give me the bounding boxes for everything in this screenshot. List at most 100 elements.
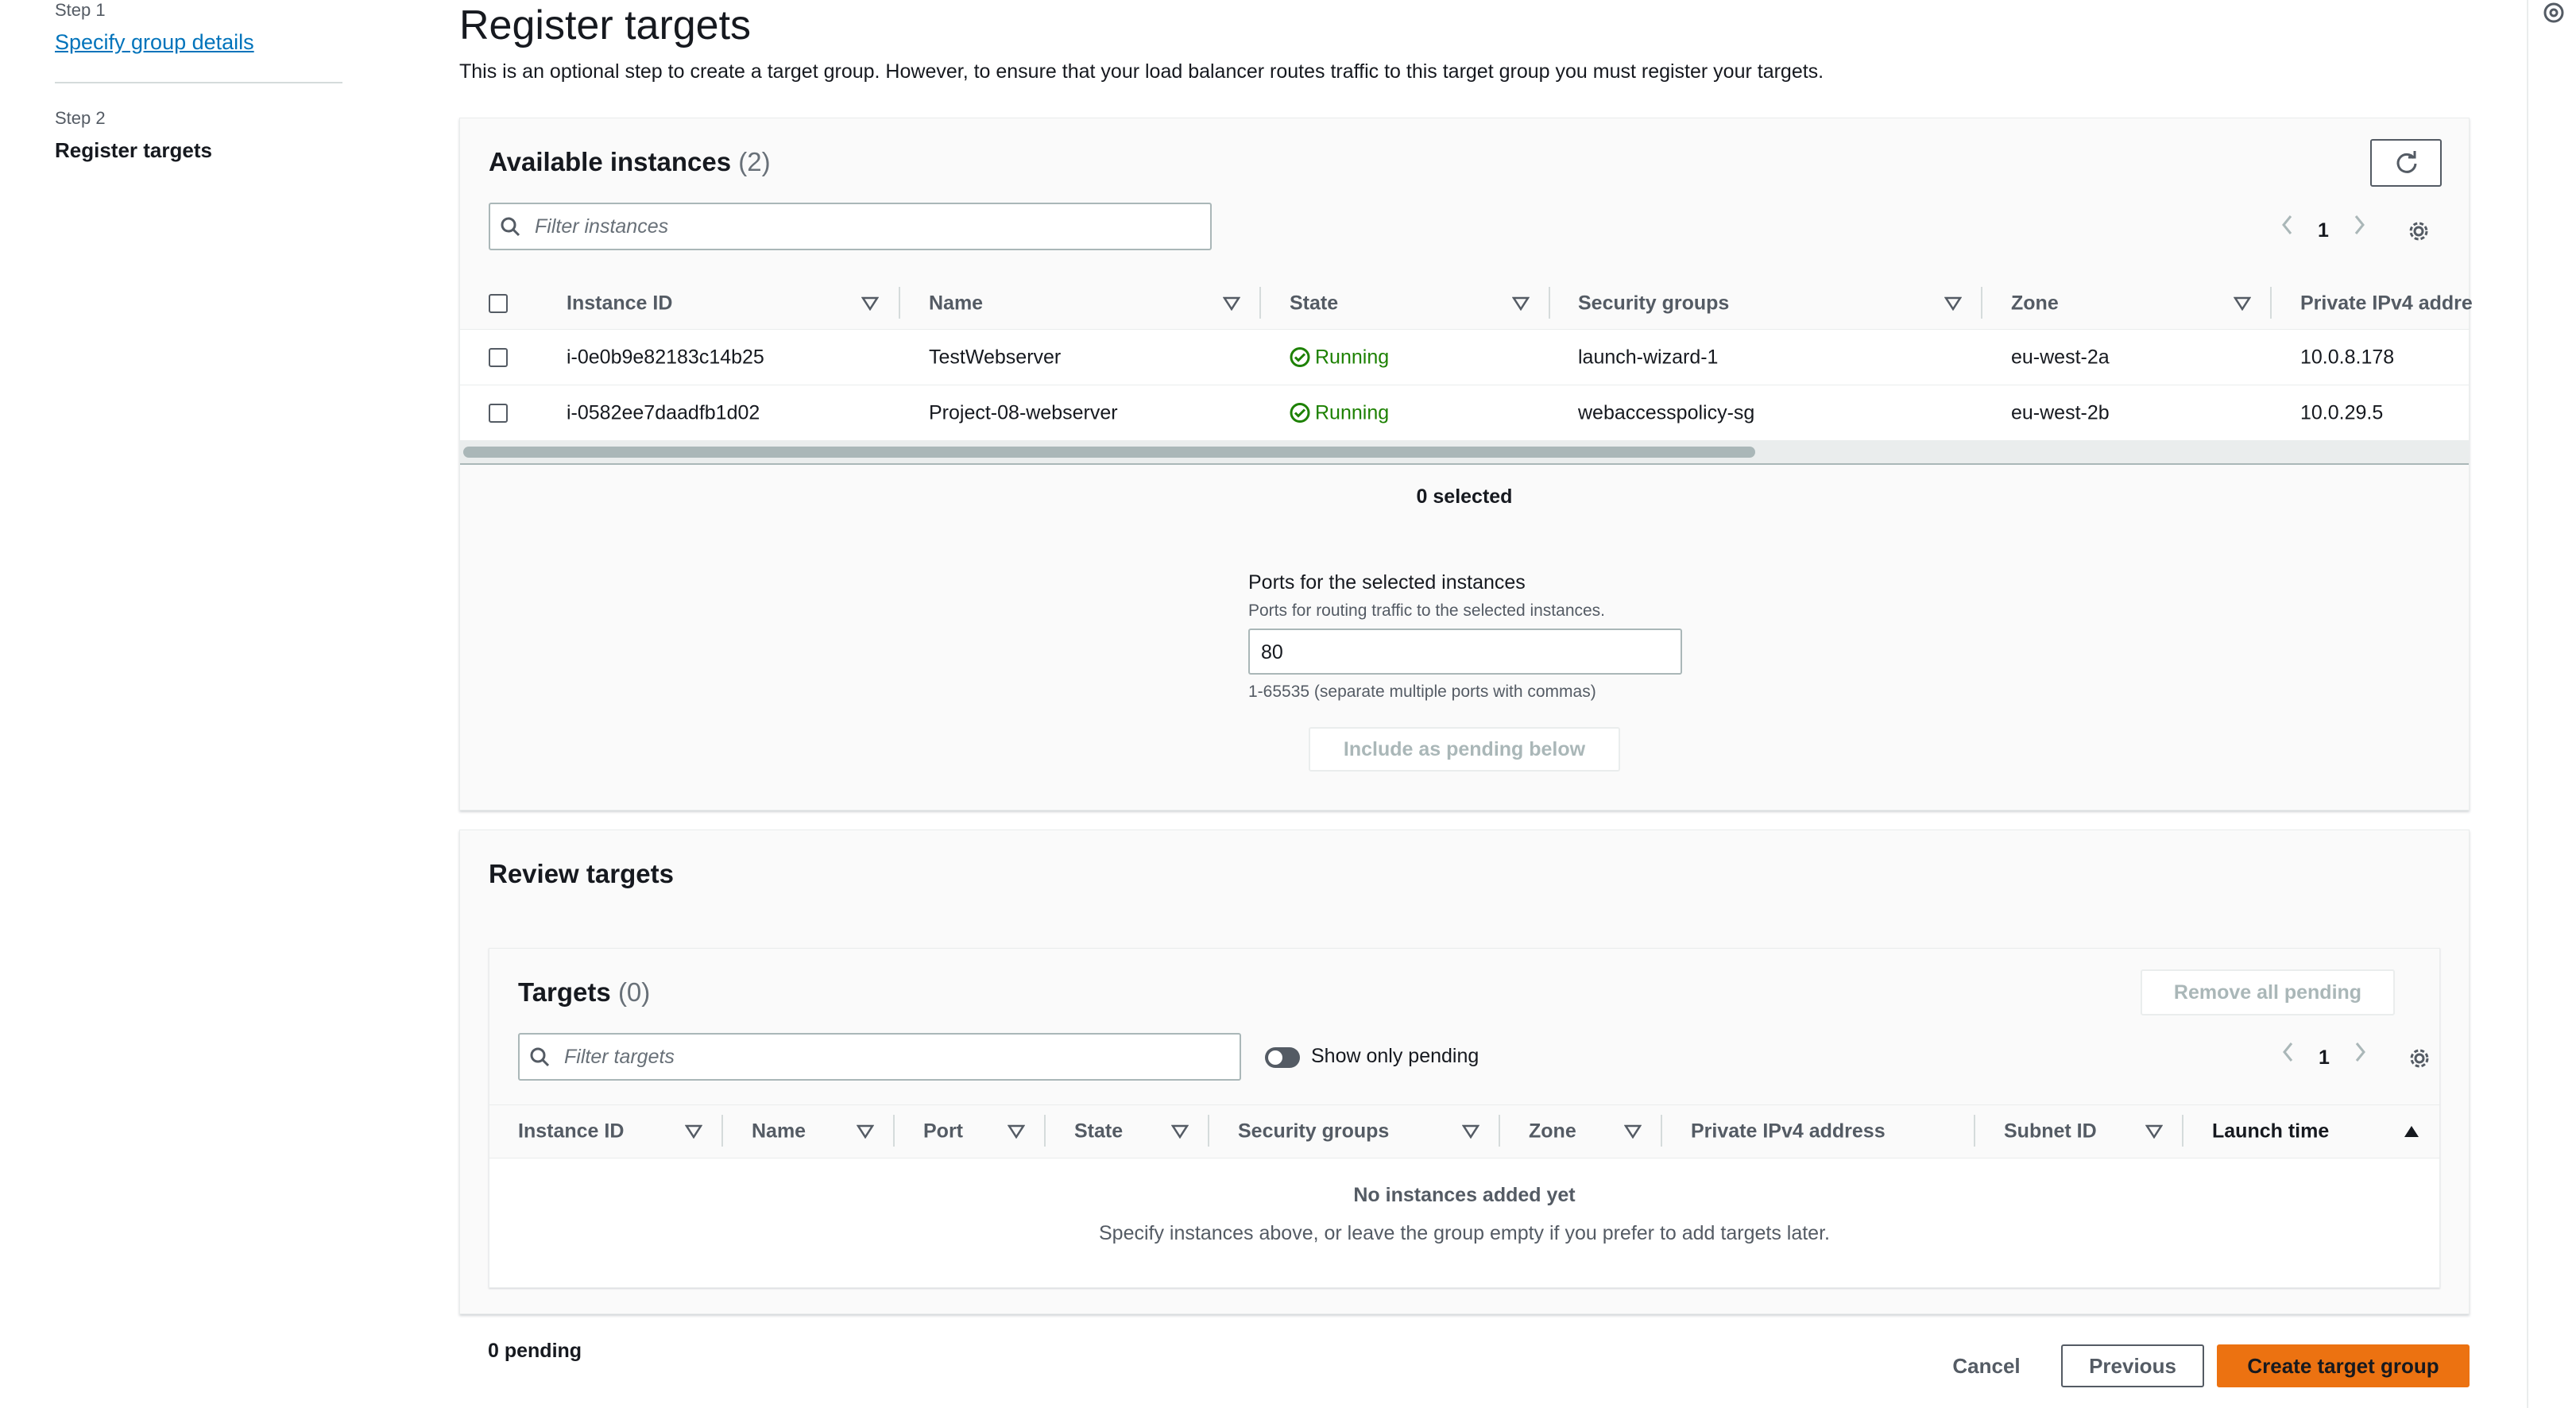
selected-count: 0 selected — [1416, 485, 1513, 508]
create-target-group-button[interactable]: Create target group — [2217, 1344, 2470, 1387]
next-page-icon[interactable] — [2343, 211, 2375, 250]
sort-caret-icon[interactable] — [861, 296, 879, 311]
state-text: Running — [1315, 401, 1390, 424]
ipv4-cell: 10.0.8.178 — [2300, 346, 2395, 368]
sort-caret-icon[interactable] — [1171, 1124, 1189, 1139]
show-only-pending-toggle[interactable] — [1265, 1047, 1300, 1068]
filter-instances-input[interactable]: Filter instances — [489, 203, 1212, 250]
targets-empty-state: No instances added yet Specify instances… — [489, 1159, 2439, 1287]
col-name[interactable]: Name — [929, 292, 983, 315]
targets-title: Targets (0) — [518, 977, 650, 1008]
nav-divider — [55, 82, 342, 83]
col-security-groups[interactable]: Security groups — [1238, 1120, 1389, 1143]
instance-id-cell: i-0e0b9e82183c14b25 — [567, 346, 764, 368]
col-port[interactable]: Port — [923, 1120, 963, 1143]
column-divider[interactable] — [2270, 287, 2272, 319]
column-divider[interactable] — [1044, 1115, 1046, 1147]
sort-caret-icon[interactable] — [1624, 1124, 1642, 1139]
table-row[interactable]: i-0582ee7daadfb1d02 Project-08-webserver… — [460, 385, 2469, 441]
show-only-pending-label: Show only pending — [1311, 1045, 1479, 1067]
column-divider[interactable] — [1974, 1115, 1975, 1147]
sort-caret-icon[interactable] — [1462, 1124, 1479, 1139]
previous-page-icon[interactable] — [2272, 211, 2303, 250]
row-checkbox[interactable] — [489, 403, 508, 423]
sort-caret-icon[interactable] — [685, 1124, 702, 1139]
zone-cell: eu-west-2a — [2011, 346, 2110, 368]
refresh-icon — [2396, 151, 2417, 173]
include-as-pending-button[interactable]: Include as pending below — [1309, 727, 1620, 772]
col-private-ipv4[interactable]: Private IPv4 address — [1691, 1120, 1886, 1143]
help-panel-icon[interactable] — [2543, 2, 2565, 24]
column-divider[interactable] — [1499, 1115, 1500, 1147]
page-title: Register targets — [459, 2, 752, 48]
horizontal-scrollbar[interactable] — [460, 441, 2469, 463]
name-cell: Project-08-webserver — [929, 401, 1118, 424]
ports-hint: 1-65535 (separate multiple ports with co… — [1248, 683, 1596, 701]
preferences-gear-icon[interactable] — [2400, 1038, 2439, 1077]
sort-caret-icon[interactable] — [1944, 296, 1962, 311]
filter-targets-input[interactable]: Filter targets — [518, 1033, 1241, 1081]
sort-caret-icon[interactable] — [1008, 1124, 1025, 1139]
targets-heading: Targets — [518, 977, 611, 1007]
col-zone[interactable]: Zone — [2011, 292, 2059, 315]
previous-page-icon[interactable] — [2272, 1038, 2304, 1077]
ports-input[interactable]: 80 — [1248, 629, 1682, 675]
available-pagination: 1 — [2272, 211, 2446, 250]
col-instance-id[interactable]: Instance ID — [518, 1120, 624, 1143]
column-divider[interactable] — [893, 1115, 895, 1147]
empty-state-title: No instances added yet — [1353, 1184, 1576, 1206]
sort-caret-icon[interactable] — [1223, 296, 1240, 311]
col-name[interactable]: Name — [752, 1120, 806, 1143]
column-divider[interactable] — [2182, 1115, 2183, 1147]
step-1-label: Step 1 — [55, 0, 106, 20]
refresh-button[interactable] — [2370, 139, 2442, 187]
previous-button[interactable]: Previous — [2061, 1344, 2204, 1387]
state-cell: Running — [1290, 401, 1389, 424]
col-launch-time[interactable]: Launch time — [2212, 1120, 2329, 1143]
row-checkbox[interactable] — [489, 347, 508, 367]
col-security-groups[interactable]: Security groups — [1578, 292, 1729, 315]
column-divider[interactable] — [721, 1115, 723, 1147]
column-divider[interactable] — [1208, 1115, 1209, 1147]
state-text: Running — [1315, 346, 1390, 368]
col-zone[interactable]: Zone — [1529, 1120, 1576, 1143]
targets-pagination: 1 — [2272, 1038, 2447, 1077]
column-divider[interactable] — [1549, 287, 1550, 319]
col-state[interactable]: State — [1074, 1120, 1123, 1143]
targets-table-container: Targets (0) Remove all pending Filter ta… — [489, 948, 2440, 1288]
col-subnet-id[interactable]: Subnet ID — [2004, 1120, 2097, 1143]
specify-group-details-link[interactable]: Specify group details — [55, 30, 254, 55]
table-row[interactable]: i-0e0b9e82183c14b25 TestWebserver Runnin… — [460, 330, 2469, 385]
instance-id-cell: i-0582ee7daadfb1d02 — [567, 401, 760, 424]
preferences-gear-icon[interactable] — [2399, 211, 2439, 250]
ipv4-cell: 10.0.29.5 — [2300, 401, 2384, 424]
cancel-button[interactable]: Cancel — [1923, 1345, 2050, 1387]
sort-caret-icon[interactable] — [2145, 1124, 2163, 1139]
select-all-checkbox[interactable] — [489, 293, 508, 313]
col-private-ipv4[interactable]: Private IPv4 addre — [2300, 292, 2473, 315]
available-instances-title: Available instances (2) — [489, 147, 771, 177]
sort-ascending-icon[interactable] — [2403, 1124, 2420, 1139]
column-divider[interactable] — [1259, 287, 1261, 319]
sort-caret-icon[interactable] — [2234, 296, 2251, 311]
column-divider[interactable] — [1981, 287, 1982, 319]
current-page[interactable]: 1 — [2311, 211, 2335, 250]
col-instance-id[interactable]: Instance ID — [567, 292, 672, 315]
current-page[interactable]: 1 — [2312, 1038, 2336, 1077]
search-icon — [501, 217, 520, 237]
column-divider[interactable] — [899, 287, 900, 319]
pending-count: 0 pending — [488, 1340, 582, 1362]
right-rail-divider — [2527, 0, 2528, 1408]
sort-caret-icon[interactable] — [857, 1124, 874, 1139]
ports-label: Ports for the selected instances — [1248, 571, 1526, 594]
scrollbar-thumb[interactable] — [463, 447, 1755, 458]
running-status-icon — [1290, 346, 1310, 367]
remove-all-pending-button[interactable]: Remove all pending — [2141, 969, 2395, 1015]
available-instances-heading: Available instances — [489, 147, 732, 176]
next-page-icon[interactable] — [2344, 1038, 2376, 1077]
column-divider[interactable] — [1661, 1115, 1662, 1147]
targets-table-header: Instance ID Name Port State Security gro… — [489, 1104, 2439, 1159]
sort-caret-icon[interactable] — [1512, 296, 1530, 311]
col-state[interactable]: State — [1290, 292, 1338, 315]
available-instances-count: (2) — [738, 147, 771, 176]
